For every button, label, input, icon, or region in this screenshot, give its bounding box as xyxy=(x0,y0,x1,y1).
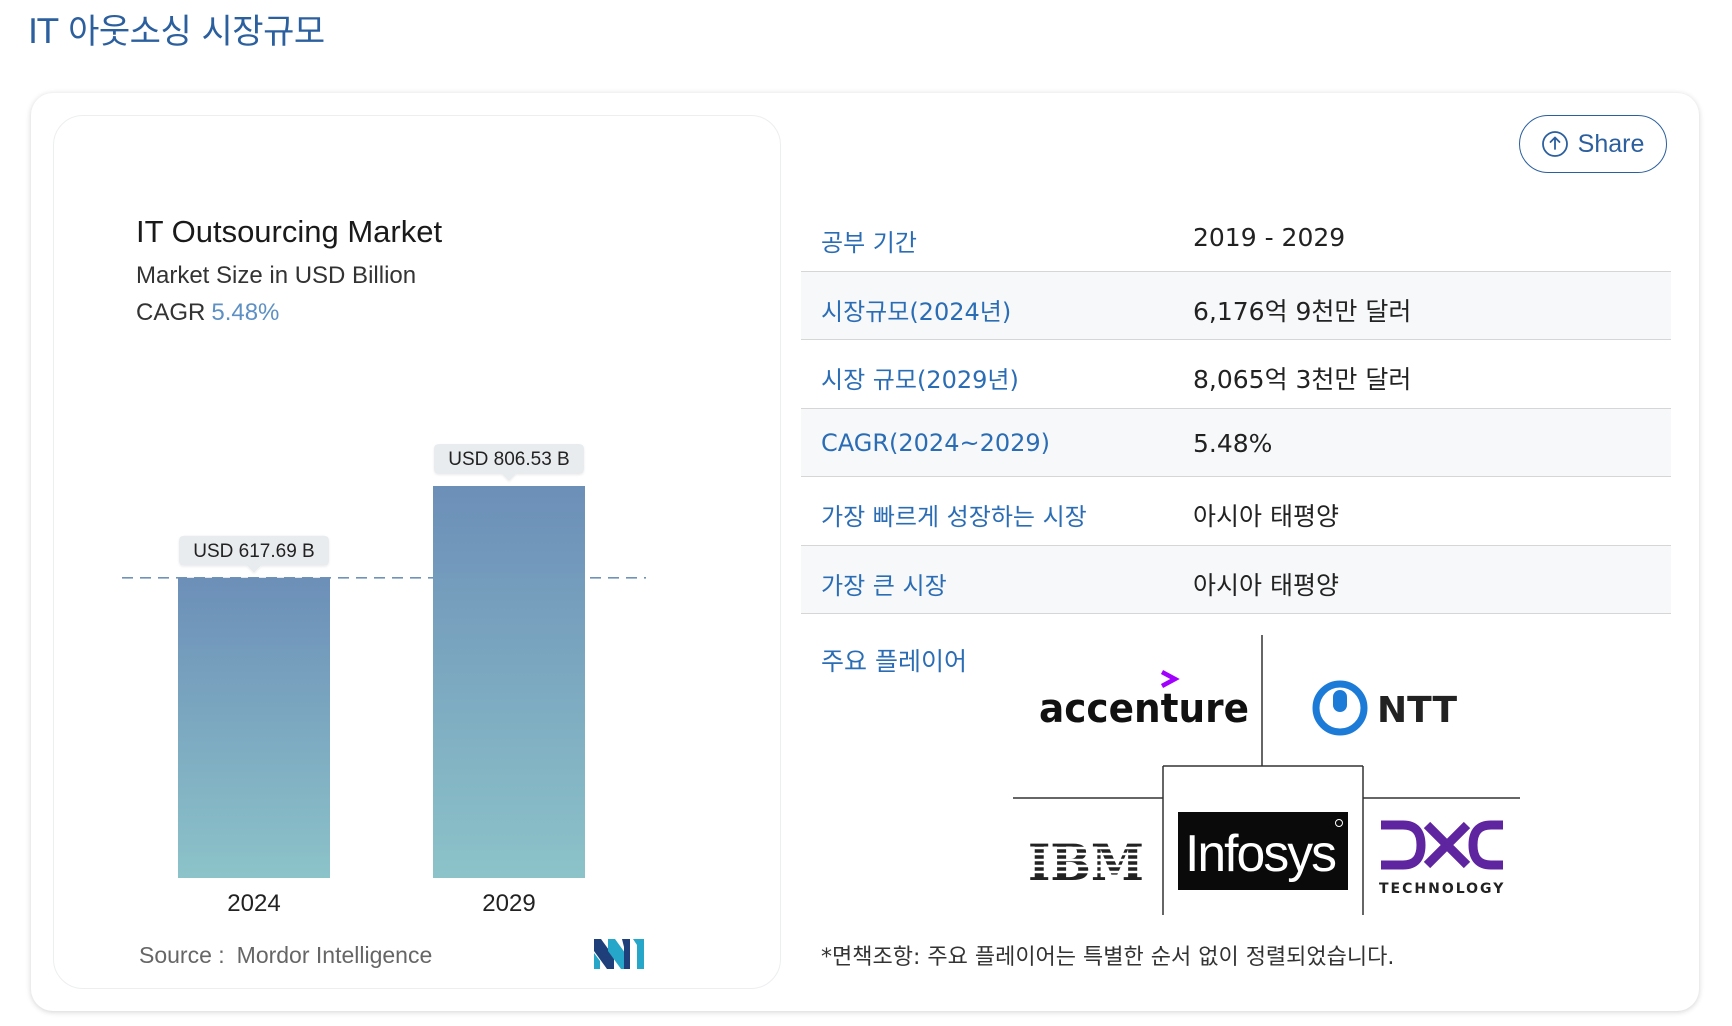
share-button[interactable]: Share xyxy=(1519,115,1667,173)
share-label: Share xyxy=(1577,129,1645,158)
fact-label: 공부 기간 xyxy=(821,229,917,257)
fact-value: 5.48% xyxy=(1193,428,1273,458)
chart-source: Source : Mordor Intelligence xyxy=(139,942,432,969)
fact-value: 2019 - 2029 xyxy=(1193,223,1346,252)
fact-value: 아시아 태평양 xyxy=(1193,502,1339,531)
ibm-logo: IBM xyxy=(1025,833,1148,892)
svg-text:accenture: accenture xyxy=(1039,686,1249,732)
accenture-logo: accenture xyxy=(1039,670,1249,732)
fact-row-study-period: 공부 기간 2019 - 2029 xyxy=(801,203,1671,272)
market-chart-card: IT Outsourcing Market Market Size in USD… xyxy=(53,115,781,989)
fact-label: 가장 빠르게 성장하는 시장 xyxy=(821,503,1087,531)
fact-label: 시장규모(2024년) xyxy=(821,297,1012,326)
x-tick-label: 2029 xyxy=(482,890,535,917)
data-label: USD 617.69 B xyxy=(193,541,314,562)
fact-value: 아시아 태평양 xyxy=(1193,570,1339,600)
svg-text:NTT: NTT xyxy=(1377,690,1458,731)
source-label: Source : xyxy=(139,942,225,968)
source-value: Mordor Intelligence xyxy=(236,942,433,968)
svg-text:Infosys: Infosys xyxy=(1185,825,1336,883)
fact-value: 8,065억 3천만 달러 xyxy=(1193,365,1412,394)
svg-text:TECHNOLOGY: TECHNOLOGY xyxy=(1379,881,1505,897)
share-icon xyxy=(1541,131,1568,157)
key-players-logos: accenture NTT IBM Infosys TECHNOLOGY xyxy=(1013,635,1520,915)
page-title: IT 아웃소싱 시장규모 xyxy=(28,12,325,52)
market-facts-table: 공부 기간 2019 - 2029 시장규모(2024년) 6,176억 9천만… xyxy=(801,203,1671,614)
players-disclaimer: *면책조항: 주요 플레이어는 특별한 순서 없이 정렬되었습니다. xyxy=(821,945,1395,970)
fact-value: 6,176억 9천만 달러 xyxy=(1193,296,1412,326)
infosys-logo: Infosys xyxy=(1178,812,1348,890)
ntt-logo: NTT xyxy=(1312,680,1458,736)
fact-row-size-2029: 시장 규모(2029년) 8,065억 3천만 달러 xyxy=(801,340,1671,409)
fact-row-cagr: CAGR(2024~2029) 5.48% xyxy=(801,408,1671,477)
dxc-logo: TECHNOLOGY xyxy=(1379,820,1505,897)
mordor-intelligence-logo xyxy=(594,939,644,969)
fact-row-fastest-market: 가장 빠르게 성장하는 시장 아시아 태평양 xyxy=(801,477,1671,546)
bar-2024 xyxy=(178,577,330,878)
fact-row-size-2024: 시장규모(2024년) 6,176억 9천만 달러 xyxy=(801,271,1671,340)
data-label: USD 806.53 B xyxy=(448,449,569,470)
key-players-label: 주요 플레이어 xyxy=(821,647,967,676)
x-tick-label: 2024 xyxy=(227,890,280,917)
fact-label: 시장 규모(2029년) xyxy=(821,366,1019,394)
fact-label: CAGR(2024~2029) xyxy=(821,428,1051,457)
bar-chart: USD 617.69 B 2024 USD 806.53 B 2029 xyxy=(122,444,646,917)
fact-row-largest-market: 가장 큰 시장 아시아 태평양 xyxy=(801,545,1671,614)
fact-label: 가장 큰 시장 xyxy=(821,571,947,600)
bar-2029 xyxy=(433,486,585,878)
